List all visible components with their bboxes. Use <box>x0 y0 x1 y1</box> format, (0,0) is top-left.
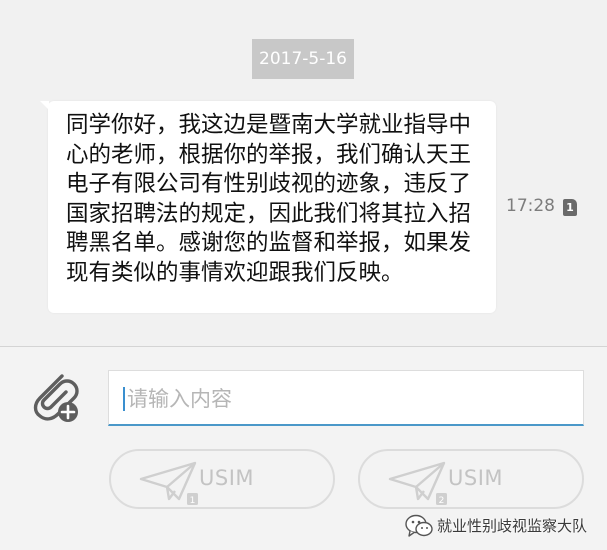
sim-1-badge-icon: 1 <box>563 199 577 216</box>
message-input[interactable]: 请输入内容 <box>108 370 584 426</box>
message-input-placeholder: 请输入内容 <box>127 387 232 411</box>
message-timestamp: 17:28 <box>506 196 555 216</box>
watermark: 就业性别歧视监察大队 <box>405 509 605 549</box>
paper-plane-icon: 1 <box>139 461 198 505</box>
wechat-logo-icon <box>405 514 433 537</box>
incoming-message-bubble[interactable]: 同学你好，我这边是暨南大学就业指导中心的老师，根据你的举报，我们确认天王电子有限… <box>40 101 496 313</box>
paperclip-plus-icon <box>33 374 79 422</box>
text-caret <box>123 387 125 411</box>
attach-button[interactable] <box>28 366 84 426</box>
paper-plane-icon: 2 <box>388 461 447 505</box>
message-text: 同学你好，我这边是暨南大学就业指导中心的老师，根据你的举报，我们确认天王电子有限… <box>66 112 472 286</box>
watermark-text: 就业性别歧视监察大队 <box>437 517 588 535</box>
send-sim1-button[interactable]: 1 USIM <box>109 449 335 509</box>
sim-2-mini-badge: 2 <box>439 496 445 505</box>
sim-1-mini-badge: 1 <box>190 496 196 505</box>
send-sim2-label: USIM <box>448 466 504 490</box>
send-sim1-label: USIM <box>199 466 255 490</box>
send-sim2-button[interactable]: 2 USIM <box>358 449 584 509</box>
date-separator: 2017-5-16 <box>252 39 354 79</box>
conversation-area: 2017-5-16 同学你好，我这边是暨南大学就业指导中心的老师，根据你的举报，… <box>0 0 607 346</box>
